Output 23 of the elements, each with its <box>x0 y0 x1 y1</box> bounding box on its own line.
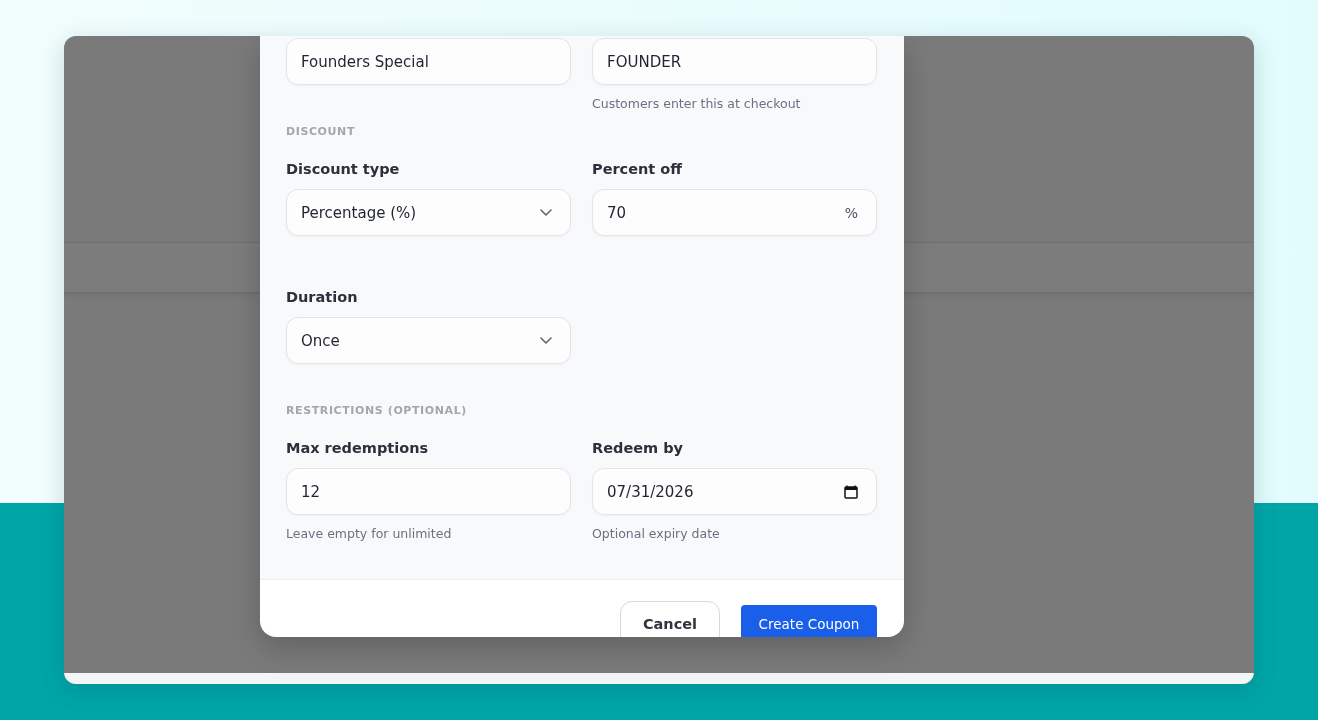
calendar-icon[interactable] <box>844 484 858 499</box>
text-field[interactable]: FOUNDER <box>592 38 877 85</box>
cancel-button[interactable]: Cancel <box>620 601 720 637</box>
section-heading: RESTRICTIONS (OPTIONAL) <box>286 404 467 418</box>
field-label: Redeem by <box>592 439 684 458</box>
field-hint: Leave empty for unlimited <box>286 526 452 542</box>
text-field[interactable]: 12 <box>286 468 571 515</box>
field-hint: Customers enter this at checkout <box>592 96 801 112</box>
create-coupon-button[interactable]: Create Coupon <box>741 605 877 637</box>
field-hint: Optional expiry date <box>592 526 720 542</box>
field-label: Duration <box>286 288 358 307</box>
section-heading: DISCOUNT <box>286 125 355 139</box>
text-field[interactable]: 70 % <box>592 189 877 236</box>
chevron-down-icon <box>540 337 552 344</box>
unit-suffix: % <box>844 204 858 221</box>
field-label: Percent off <box>592 160 683 179</box>
field-label: Max redemptions <box>286 439 429 458</box>
select-field[interactable]: Once <box>286 317 571 364</box>
date-field[interactable]: 07/31/2026 <box>592 468 877 515</box>
select-field[interactable]: Percentage (%) <box>286 189 571 236</box>
text-field[interactable]: Founders Special <box>286 38 571 85</box>
field-label: Discount type <box>286 160 400 179</box>
chevron-down-icon <box>540 209 552 216</box>
